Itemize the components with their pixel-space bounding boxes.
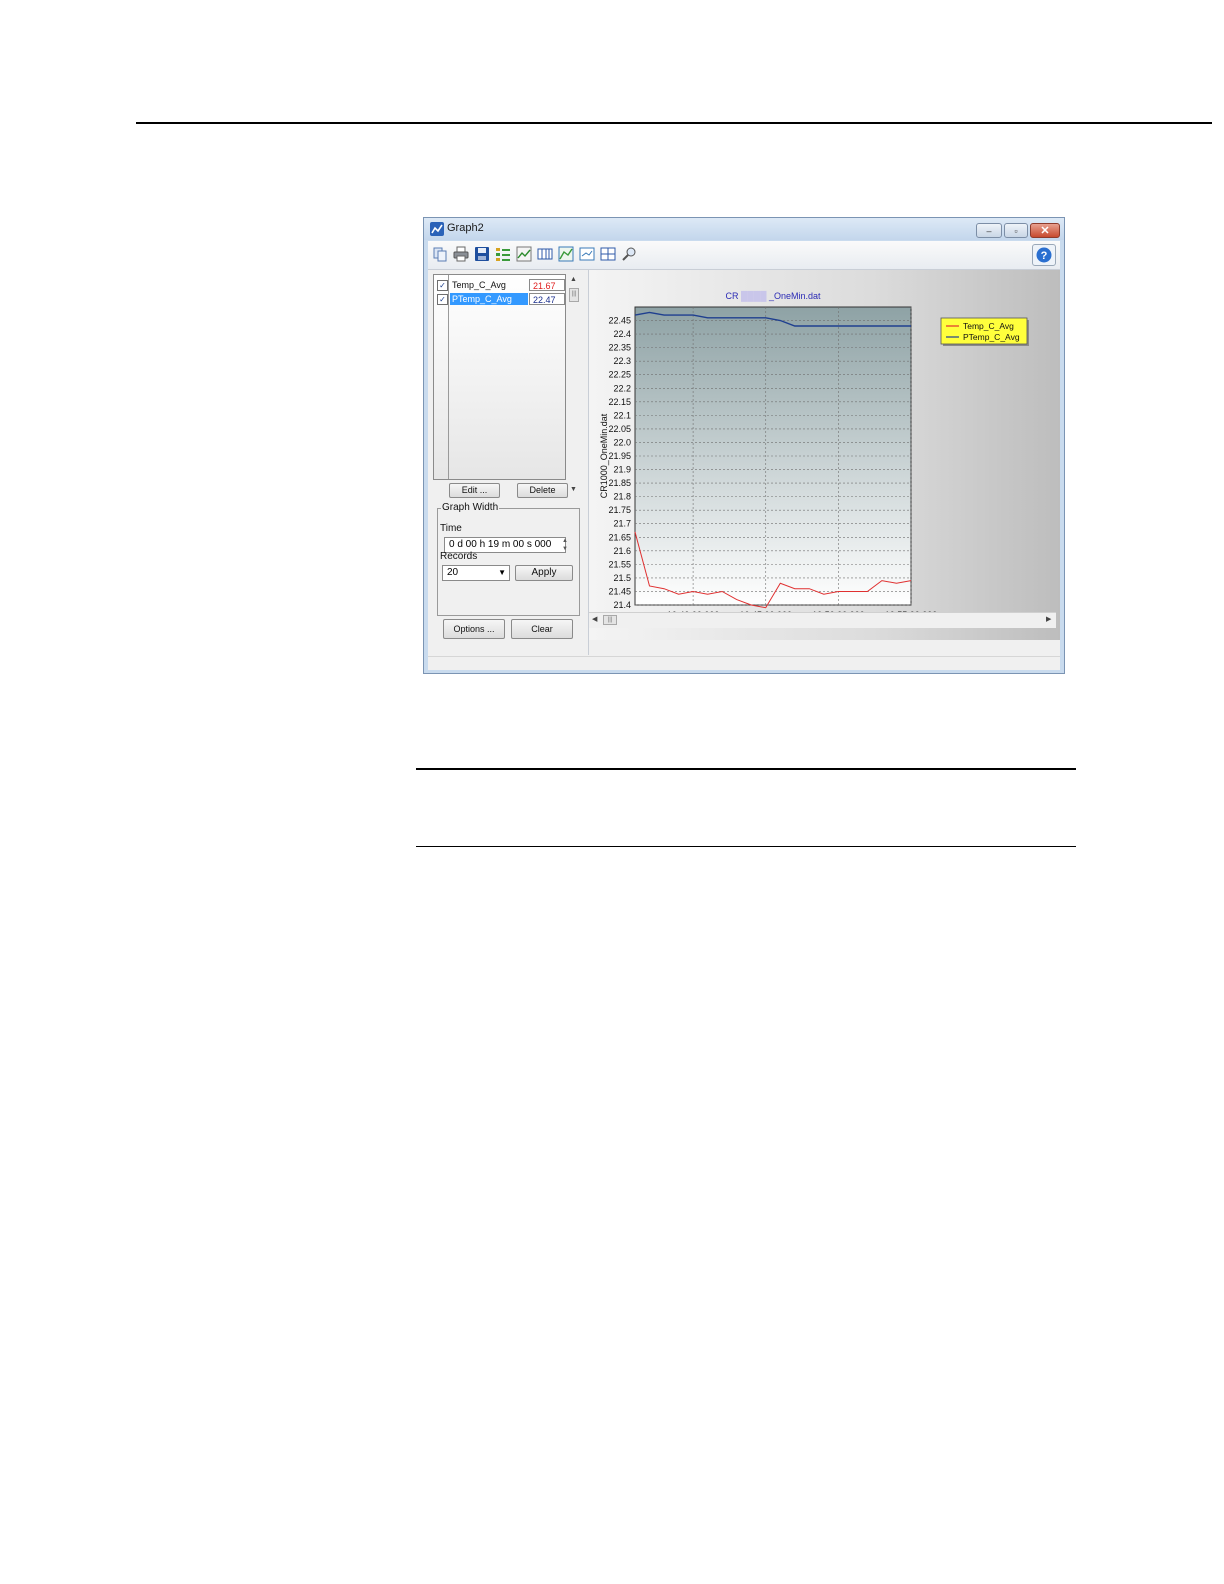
trace-checkbox[interactable]: ✓ (437, 294, 448, 305)
y-tick-label: 22.35 (608, 343, 631, 353)
page-rule-top (136, 122, 1212, 124)
time-spinner[interactable]: ▲ ▼ (562, 537, 570, 553)
legend-entry: Temp_C_Avg (963, 321, 1014, 331)
y-tick-label: 22.25 (608, 370, 631, 380)
close-button[interactable]: ✕ (1030, 223, 1060, 238)
options-button[interactable]: Options ... (443, 619, 505, 639)
plot-pane[interactable]: 22.45 22.4 22.35 22.3 22.25 22.2 22.15 22.1 22.0… (589, 270, 1060, 640)
y-tick-label: 21.5 (613, 573, 631, 583)
graph-icon[interactable] (579, 246, 595, 262)
y-tick-label: 22.1 (613, 410, 631, 420)
y-tick-label: 21.65 (608, 532, 631, 542)
chart-title-suffix: _OneMin.dat (768, 291, 821, 301)
chart-title-redaction: ████ (738, 290, 769, 302)
records-value: 20 (447, 567, 459, 578)
y-tick-label: 21.7 (613, 519, 631, 529)
app-icon (430, 222, 444, 236)
spin-down-icon[interactable]: ▼ (562, 546, 568, 552)
title-bar[interactable]: Graph2 ‒ ▫ ✕ (424, 218, 1064, 240)
scroll-grip-icon: ||| (607, 617, 613, 623)
zoom-icon[interactable] (621, 246, 637, 262)
trace-list-icon[interactable] (495, 246, 511, 262)
chart-title-prefix: CR (725, 291, 738, 301)
window-title: Graph2 (447, 222, 484, 234)
y-axis-label: CR1000_OneMin.dat (599, 413, 609, 498)
y-tick-label: 21.95 (608, 451, 631, 461)
scale-icon[interactable] (558, 246, 574, 262)
apply-button[interactable]: Apply (515, 565, 573, 581)
records-label: Records (440, 551, 478, 562)
help-glyph: ? (1041, 250, 1048, 262)
toolbar: ? (428, 241, 1060, 270)
close-icon: ✕ (1040, 225, 1050, 237)
scroll-up-icon[interactable]: ▲ (570, 276, 577, 283)
scroll-left-icon[interactable]: ◀ (592, 615, 597, 623)
graph-window: Graph2 ‒ ▫ ✕ ? ✓ Temp_C_Avg 21.67 ✓ PTem… (423, 217, 1065, 674)
graph-width-legend: Graph Width (441, 502, 500, 513)
maximize-icon: ▫ (1014, 225, 1018, 236)
trace-value: 22.47 (529, 293, 565, 305)
maximize-button[interactable]: ▫ (1004, 223, 1028, 238)
table-icon[interactable] (537, 246, 553, 262)
window-client: ? ✓ Temp_C_Avg 21.67 ✓ PTemp_C_Avg 22.47 (428, 241, 1060, 670)
minimize-icon: ‒ (986, 225, 992, 236)
spin-up-icon[interactable]: ▲ (562, 538, 568, 544)
y-tick-label: 22.45 (608, 316, 631, 326)
help-icon: ? (1036, 247, 1052, 263)
legend-entry: PTemp_C_Avg (963, 332, 1020, 342)
clear-button[interactable]: Clear (511, 619, 573, 639)
trace-list-scrollbar[interactable]: ▲ ||| ▼ (568, 274, 580, 496)
y-tick-label: 21.6 (613, 546, 631, 556)
y-tick-label: 21.9 (613, 465, 631, 475)
graph-width-group: Graph Width Time 0 d 00 h 19 m 00 s 000 … (437, 502, 580, 616)
scroll-down-icon[interactable]: ▼ (570, 486, 577, 493)
scroll-grip-icon: ||| (571, 291, 577, 297)
minimize-button[interactable]: ‒ (976, 223, 1002, 238)
y-tick-label: 22.05 (608, 424, 631, 434)
note-rule-top (416, 768, 1076, 770)
layout-icon[interactable] (600, 246, 616, 262)
chart-icon[interactable] (516, 246, 532, 262)
scroll-thumb[interactable]: ||| (569, 288, 579, 302)
note-rule-bottom (416, 846, 1076, 847)
plot-horizontal-scrollbar[interactable]: ◀ ||| ▶ (589, 612, 1056, 628)
y-tick-label: 21.85 (608, 478, 631, 488)
y-tick-label: 21.45 (608, 586, 631, 596)
y-tick-label: 21.75 (608, 505, 631, 515)
trace-row-ptemp[interactable]: ✓ PTemp_C_Avg 22.47 (434, 293, 565, 306)
time-label: Time (440, 523, 462, 534)
records-select[interactable]: 20 ▼ (442, 565, 510, 581)
chart-title: CR ████ _OneMin.dat (725, 290, 821, 302)
status-bar (428, 656, 1060, 670)
y-tick-label: 22.0 (613, 437, 631, 447)
trace-name[interactable]: PTemp_C_Avg (450, 293, 528, 305)
trace-value: 21.67 (529, 279, 565, 291)
y-tick-label: 22.3 (613, 356, 631, 366)
delete-button[interactable]: Delete (517, 483, 568, 498)
trace-panel: ✓ Temp_C_Avg 21.67 ✓ PTemp_C_Avg 22.47 ▲… (428, 270, 589, 655)
trace-checkbox[interactable]: ✓ (437, 280, 448, 291)
y-tick-label: 22.4 (613, 329, 631, 339)
y-tick-label: 22.2 (613, 383, 631, 393)
scroll-thumb[interactable]: ||| (603, 615, 617, 625)
y-tick-label: 21.8 (613, 492, 631, 502)
chevron-down-icon[interactable]: ▼ (498, 566, 506, 580)
print-icon[interactable] (453, 246, 469, 262)
y-tick-label: 22.15 (608, 397, 631, 407)
y-tick-label: 21.55 (608, 559, 631, 569)
y-tick-label: 21.4 (613, 600, 631, 610)
trace-list[interactable]: ✓ Temp_C_Avg 21.67 ✓ PTemp_C_Avg 22.47 (433, 274, 566, 480)
chart[interactable]: 22.45 22.4 22.35 22.3 22.25 22.2 22.15 22.1 22.0… (589, 270, 1060, 612)
trace-name[interactable]: Temp_C_Avg (450, 279, 528, 291)
save-icon[interactable] (474, 246, 490, 262)
help-button[interactable]: ? (1032, 244, 1056, 266)
copy-icon[interactable] (432, 246, 448, 262)
scroll-right-icon[interactable]: ▶ (1046, 615, 1051, 623)
trace-row-temp[interactable]: ✓ Temp_C_Avg 21.67 (434, 279, 565, 292)
edit-button[interactable]: Edit ... (449, 483, 500, 498)
